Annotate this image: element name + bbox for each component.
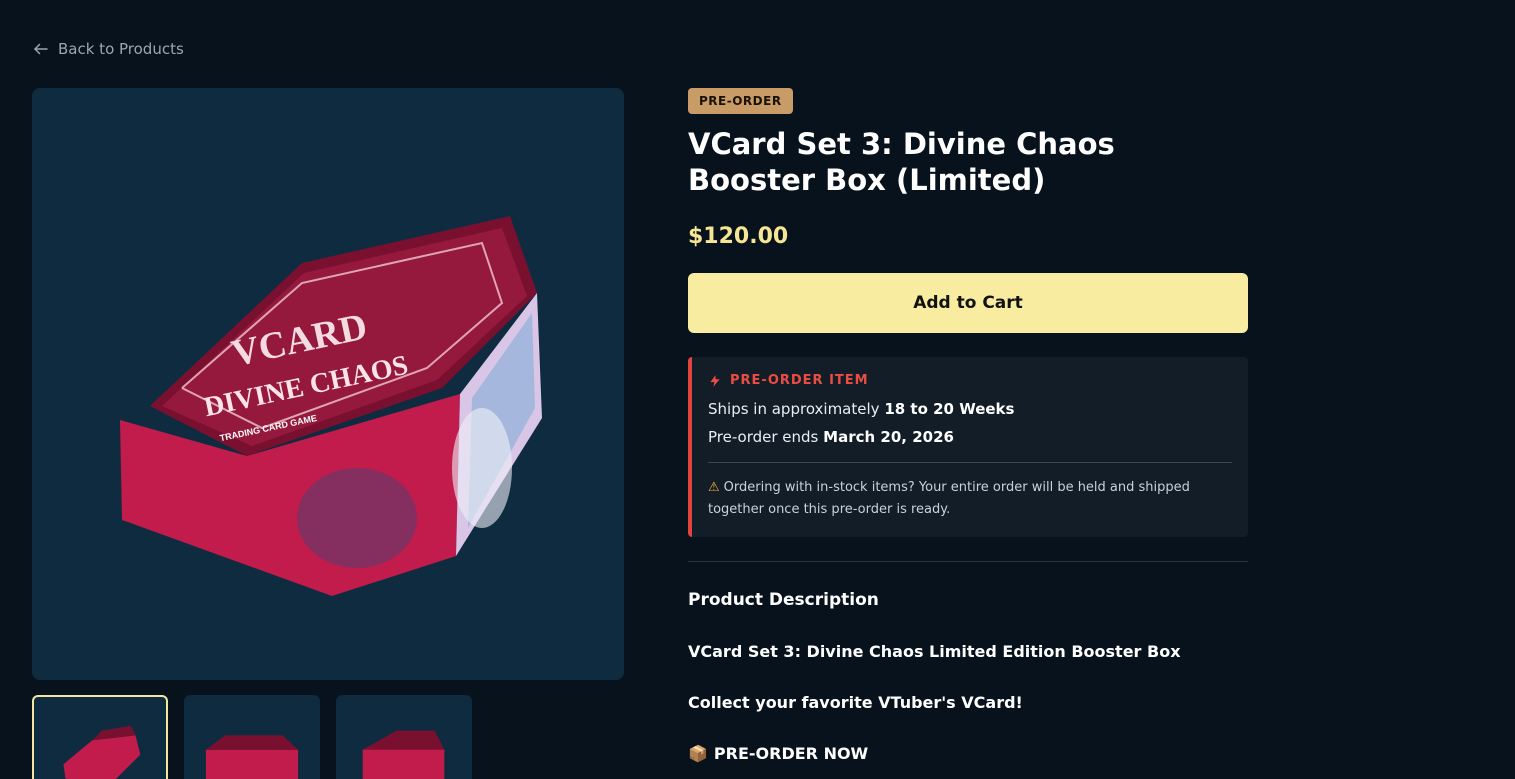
back-link-label: Back to Products [58, 40, 184, 58]
preorder-badge: PRE-ORDER [688, 88, 793, 114]
description-line-1: VCard Set 3: Divine Chaos Limited Editio… [688, 642, 1181, 661]
description-line-3-text: PRE-ORDER NOW [713, 744, 869, 763]
preorder-info-box: PRE-ORDER ITEM Ships in approximately 18… [688, 357, 1248, 537]
ships-prefix: Ships in approximately [708, 400, 885, 418]
arrow-left-icon [34, 43, 48, 55]
thumbnail-2[interactable] [184, 695, 320, 779]
preorder-note-text: Ordering with in-stock items? Your entir… [708, 480, 1190, 517]
preorder-note: ⚠ Ordering with in-stock items? Your enti… [708, 477, 1232, 521]
warning-icon: ⚠ [708, 480, 720, 495]
thumbnail-strip [32, 695, 472, 779]
product-info: PRE-ORDER VCard Set 3: Divine Chaos Boos… [688, 88, 1248, 763]
back-to-products-link[interactable]: Back to Products [32, 40, 184, 58]
description-line-3: 📦 PRE-ORDER NOW [688, 744, 1248, 763]
section-divider [688, 561, 1248, 562]
add-to-cart-button[interactable]: Add to Cart [688, 273, 1248, 333]
thumbnail-1[interactable] [32, 695, 168, 779]
ends-prefix: Pre-order ends [708, 428, 824, 446]
lightning-icon [710, 374, 720, 387]
ends-line: Pre-order ends March 20, 2026 [708, 428, 1232, 446]
thumbnail-3[interactable] [336, 695, 472, 779]
package-icon: 📦 [688, 744, 708, 763]
product-title: VCard Set 3: Divine Chaos Booster Box (L… [688, 127, 1115, 197]
main-product-image: VCARD DIVINE CHAOS TRADING CARD GAME [32, 88, 624, 680]
preorder-heading: PRE-ORDER ITEM [708, 373, 1232, 388]
product-page: Back to Products VCARD DIVINE CHAOS TRAD… [0, 0, 1515, 779]
description-line-2: Collect your favorite VTuber's VCard! [688, 693, 1023, 712]
preorder-heading-label: PRE-ORDER ITEM [730, 373, 869, 388]
ships-line: Ships in approximately 18 to 20 Weeks [708, 400, 1232, 418]
ships-value: 18 to 20 Weeks [884, 400, 1015, 418]
ends-value: March 20, 2026 [823, 428, 954, 446]
preorder-divider [708, 462, 1232, 463]
product-price: $120.00 [688, 224, 789, 249]
booster-box-illustration: VCARD DIVINE CHAOS TRADING CARD GAME [120, 216, 542, 596]
description-heading: Product Description [688, 590, 879, 610]
